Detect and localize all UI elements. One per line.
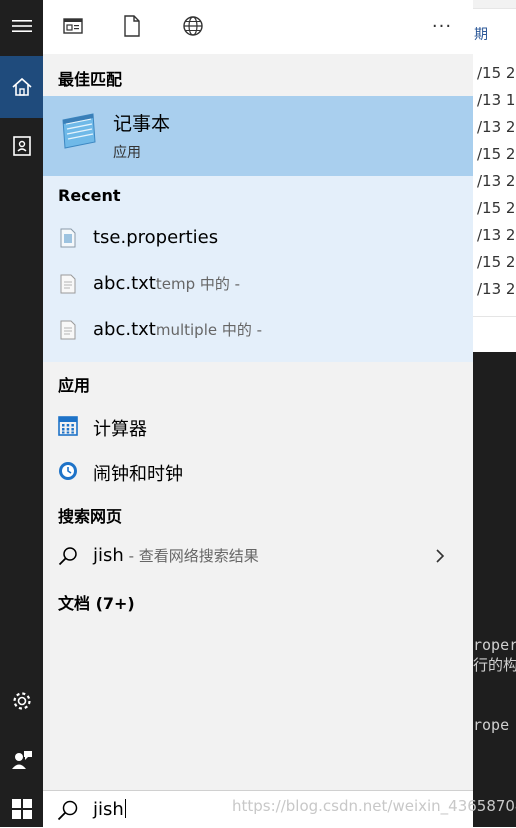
background-row: /15 2 [477,64,516,82]
best-match-title: 记事本 [113,113,171,135]
properties-file-icon [60,228,76,248]
apps-filter-button[interactable] [116,12,148,40]
apps-and-web-section: 应用 计算器 闹钟和时钟 搜索网页 jish - 查看网络搜索结果 文档 (7+… [43,362,473,790]
settings-nav-button[interactable] [0,686,43,716]
app-item-calculator[interactable]: 计算器 [43,408,473,444]
background-row: /15 2 [477,253,516,271]
start-left-rail [0,0,43,790]
recent-item[interactable]: abc.txtmultiple 中的 - [43,312,473,348]
web-search-result[interactable]: jish - 查看网络搜索结果 [43,538,473,574]
background-row: /13 1 [477,91,516,109]
documents-filter-button[interactable] [57,12,89,40]
notepad-app-icon [62,113,96,149]
home-nav-button[interactable] [0,56,43,118]
recent-heading: Recent [58,186,121,205]
background-divider [473,316,516,317]
recent-section: Recent tse.properties abc.txttemp 中的 - a… [43,176,473,363]
background-row: /13 2 [477,226,516,244]
chevron-right-icon [436,549,445,563]
best-match-subtitle: 应用 [113,145,141,161]
hamburger-icon [11,20,32,32]
search-results-panel: ··· 最佳匹配 记事本 应用 Recent tse.properties ab… [43,0,473,790]
app-item-alarms-clock[interactable]: 闹钟和时钟 [43,453,473,489]
best-match-heading: 最佳匹配 [58,70,123,89]
terminal-line: roper [473,636,516,654]
feedback-person-icon [11,751,32,769]
more-options-button[interactable]: ··· [426,12,458,40]
recent-item[interactable]: abc.txttemp 中的 - [43,266,473,302]
background-terminal: roper 行的构 rope [473,352,516,827]
app-item-label: 计算器 [93,419,147,440]
recent-item-name: abc.txt [93,273,156,294]
recent-item[interactable]: tse.properties [43,220,473,256]
text-file-icon [60,320,76,340]
app-item-label: 闹钟和时钟 [93,464,183,485]
terminal-line: rope [473,716,510,734]
web-filter-button[interactable] [177,12,209,40]
home-icon [11,77,32,96]
calculator-icon [58,416,78,436]
search-input[interactable]: jish [93,799,126,820]
file-icon [124,15,140,37]
background-row: /13 2 [477,280,516,298]
notebook-nav-button[interactable] [0,130,43,162]
documents-heading[interactable]: 文档 (7+) [58,590,135,614]
background-date-header: 期 [474,27,488,43]
recent-item-name: abc.txt [93,319,156,340]
background-row: /13 2 [477,118,516,136]
search-icon [58,547,77,566]
windows-start-button[interactable] [0,790,43,827]
recent-item-location: temp 中的 - [155,275,241,293]
document-view-icon [63,18,83,34]
hamburger-menu-button[interactable] [0,10,43,42]
windows-logo-icon [11,798,32,819]
feedback-nav-button[interactable] [0,745,43,775]
web-search-suffix: - 查看网络搜索结果 [123,547,259,565]
filter-toolbar: ··· [43,0,473,54]
watermark-text: https://blog.csdn.net/weixin_43658704 [232,797,516,815]
recent-item-location: multiple 中的 - [155,321,263,339]
notebook-icon [12,136,31,156]
terminal-line: 行的构 [473,656,516,674]
background-row: /15 2 [477,145,516,163]
recent-item-name: tse.properties [93,227,219,248]
apps-heading: 应用 [58,376,91,395]
best-match-notepad[interactable]: 记事本 应用 [43,96,473,176]
background-row: /13 2 [477,172,516,190]
alarm-clock-icon [59,462,77,480]
globe-icon [183,16,203,36]
search-icon [57,800,78,821]
web-search-heading: 搜索网页 [58,507,123,526]
web-search-query: jish [93,545,124,566]
text-file-icon [60,274,76,294]
background-row: /15 2 [477,199,516,217]
gear-icon [12,692,31,710]
